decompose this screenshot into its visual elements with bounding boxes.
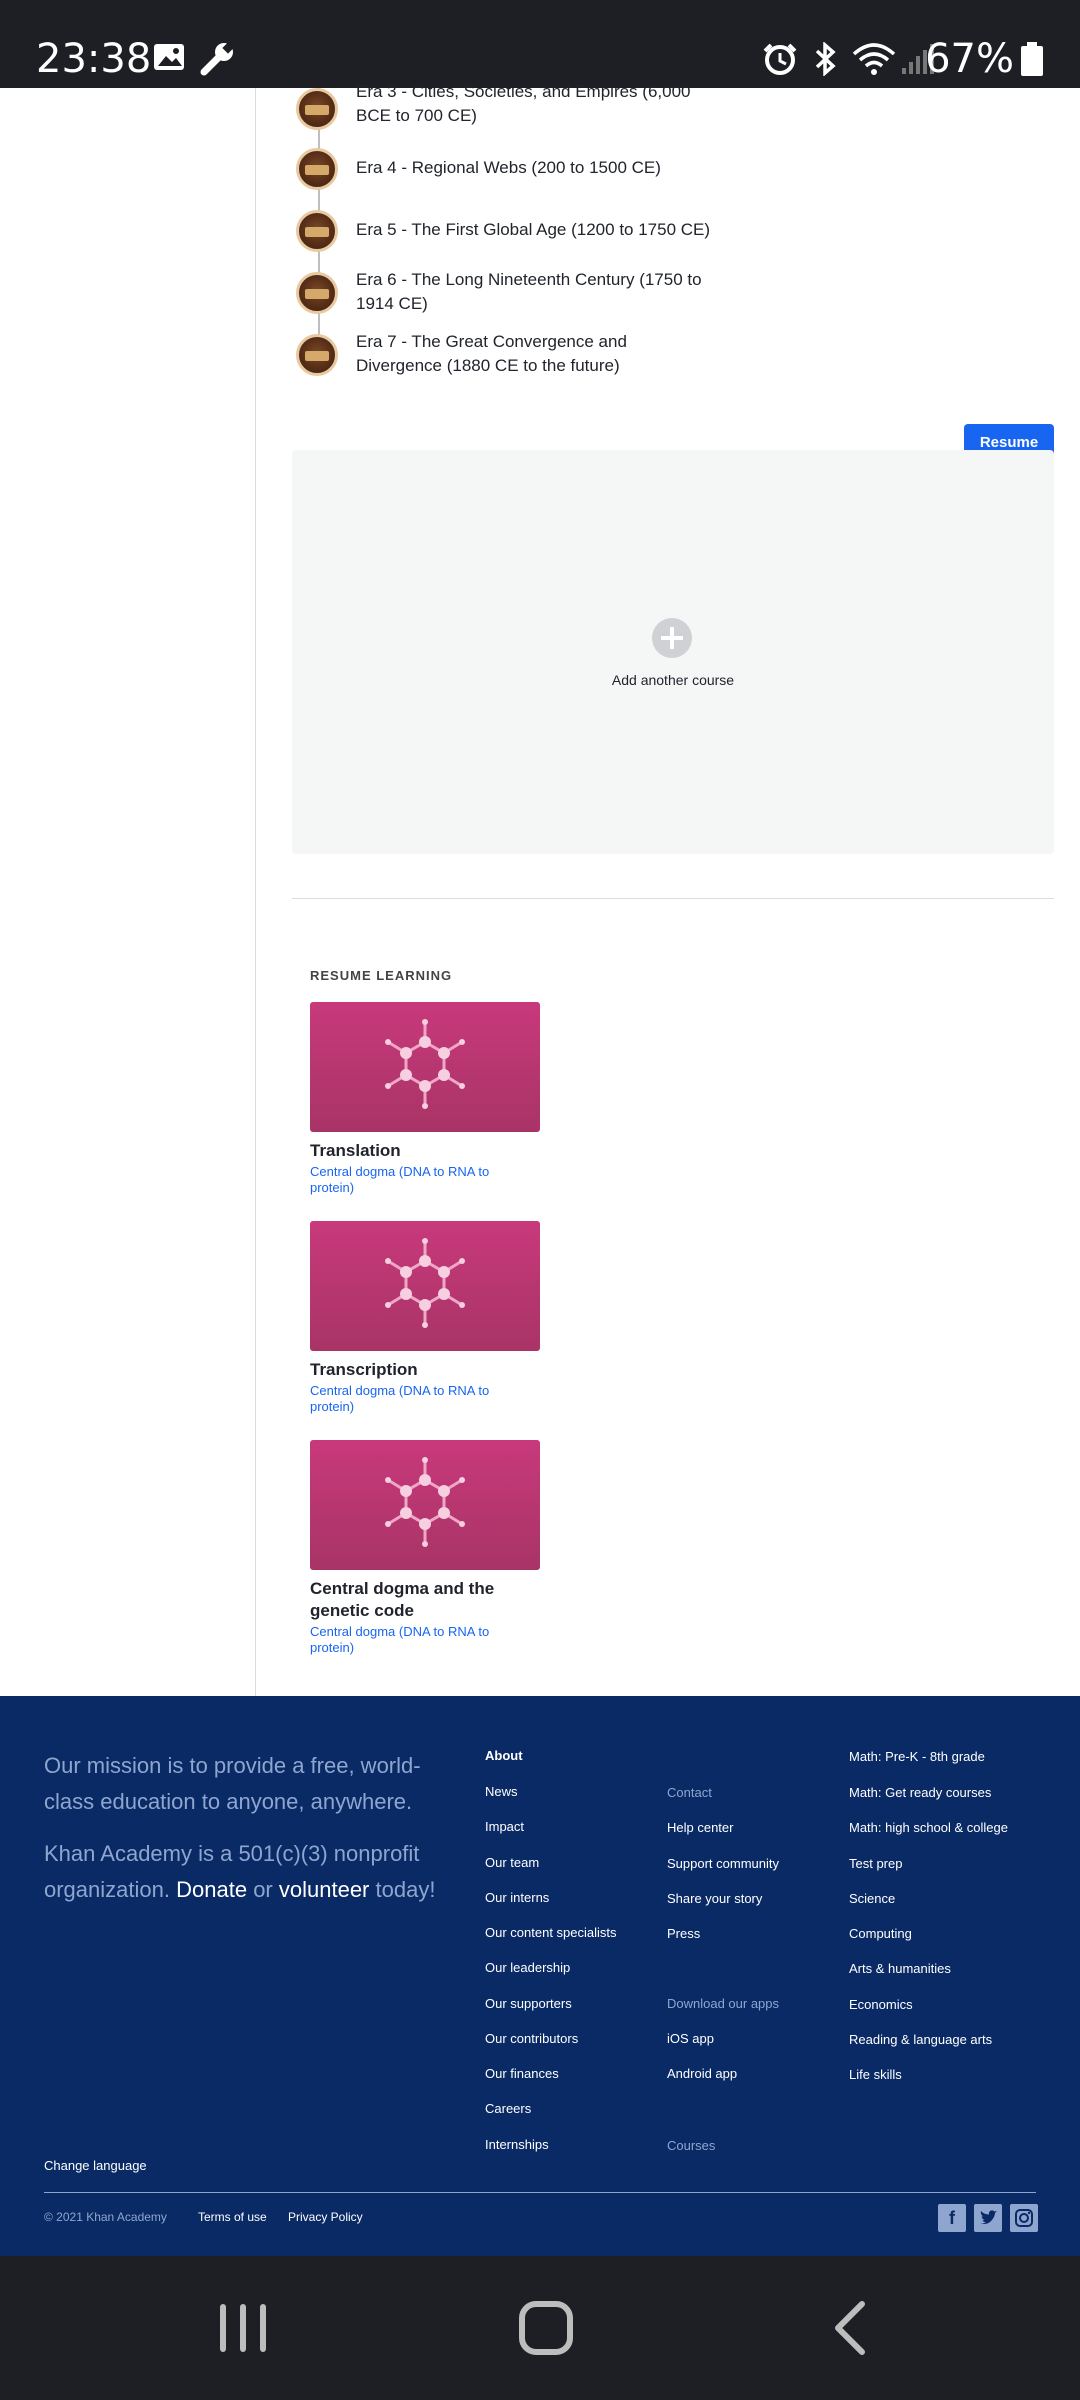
footer-link-content-specialists[interactable]: Our content specialists [485,1925,617,1940]
footer-link-supporters[interactable]: Our supporters [485,1996,572,2011]
today-text: today! [375,1877,436,1902]
battery-icon [1021,42,1043,76]
download-apps-heading: Download our apps [667,1996,780,2011]
resume-learning-heading: RESUME LEARNING [310,968,453,983]
footer-link-arts-humanities[interactable]: Arts & humanities [849,1961,951,1976]
alarm-icon [763,43,797,75]
mission-statement: Our mission is to provide a free, world-… [44,1753,421,1814]
footer-link-careers[interactable]: Careers [485,2101,531,2116]
lesson-subtitle-link[interactable]: Central dogma (DNA to RNA to protein) [310,1624,500,1656]
home-icon[interactable] [518,2300,574,2356]
contact-heading: Contact [667,1785,712,1800]
battery-percent: 67% [925,36,1014,82]
footer-link-help-center[interactable]: Help center [667,1820,733,1835]
footer-link-economics[interactable]: Economics [849,1997,913,2012]
molecule-icon [385,1019,465,1109]
wifi-icon [852,43,896,75]
volunteer-link[interactable]: volunteer [279,1877,370,1902]
era-thumbnail [296,148,338,190]
footer-link-computing[interactable]: Computing [849,1926,912,1941]
system-nav-bar [0,2256,1080,2400]
change-language-link[interactable]: Change language [44,2158,147,2173]
lesson-card[interactable]: Transcription Central dogma (DNA to RNA … [310,1221,540,1415]
footer-link-share-story[interactable]: Share your story [667,1891,762,1906]
footer-link-math-get-ready[interactable]: Math: Get ready courses [849,1785,991,1800]
era-title[interactable]: Era 3 - Cities, Societies, and Empires (… [356,80,716,128]
era-thumbnail [296,272,338,314]
footer-link-android-app[interactable]: Android app [667,2066,737,2081]
bluetooth-icon [815,42,836,76]
lesson-card[interactable]: Translation Central dogma (DNA to RNA to… [310,1002,540,1196]
footer-link-reading-language-arts[interactable]: Reading & language arts [849,2032,992,2047]
courses-heading: Courses [667,2138,716,2153]
footer-link-ios-app[interactable]: iOS app [667,2031,714,2046]
era-title[interactable]: Era 5 - The First Global Age (1200 to 17… [356,218,716,242]
footer-link-our-interns[interactable]: Our interns [485,1890,549,1905]
add-course-label[interactable]: Add another course [292,672,1054,688]
molecule-thumbnail[interactable] [310,1221,540,1351]
copyright: © 2021 Khan Academy [44,2210,167,2224]
molecule-icon [385,1457,465,1547]
main-content: Era 3 - Cities, Societies, and Empires (… [0,82,1080,1696]
facebook-icon[interactable]: f [938,2204,966,2232]
lesson-subtitle-link[interactable]: Central dogma (DNA to RNA to protein) [310,1164,500,1196]
nonprofit-statement: Khan Academy is a 501(c)(3) nonprofit or… [44,1836,464,1908]
instagram-icon[interactable] [1010,2204,1038,2232]
recents-icon[interactable] [218,2300,270,2356]
footer-link-leadership[interactable]: Our leadership [485,1960,570,1975]
molecule-thumbnail[interactable] [310,1440,540,1570]
left-sidebar [0,88,256,1696]
about-heading[interactable]: About [485,1748,523,1763]
footer-link-finances[interactable]: Our finances [485,2066,559,2081]
wrench-icon [200,42,234,76]
add-course-card[interactable]: Add another course [292,450,1054,854]
footer-link-life-skills[interactable]: Life skills [849,2067,902,2082]
lesson-subtitle-link[interactable]: Central dogma (DNA to RNA to protein) [310,1383,500,1415]
footer-link-science[interactable]: Science [849,1891,895,1906]
footer-divider [44,2192,1036,2193]
footer-link-math-prek-8[interactable]: Math: Pre-K - 8th grade [849,1749,985,1764]
era-title[interactable]: Era 4 - Regional Webs (200 to 1500 CE) [356,156,716,180]
era-thumbnail [296,210,338,252]
footer-link-support-community[interactable]: Support community [667,1856,779,1871]
footer-link-news[interactable]: News [485,1784,518,1799]
footer-link-impact[interactable]: Impact [485,1819,524,1834]
privacy-policy-link[interactable]: Privacy Policy [288,2210,363,2224]
lesson-title[interactable]: Translation [310,1140,540,1162]
footer-link-press[interactable]: Press [667,1926,700,1941]
era-thumbnail [296,334,338,376]
twitter-icon[interactable] [974,2204,1002,2232]
footer: Our mission is to provide a free, world-… [0,1696,1080,2256]
footer-link-contributors[interactable]: Our contributors [485,2031,578,2046]
lesson-title[interactable]: Central dogma and the genetic code [310,1578,540,1622]
back-icon[interactable] [830,2300,870,2356]
footer-link-our-team[interactable]: Our team [485,1855,539,1870]
status-time: 23:38 [36,36,152,82]
era-thumbnail [296,88,338,130]
terms-of-use-link[interactable]: Terms of use [198,2210,267,2224]
lesson-title[interactable]: Transcription [310,1359,540,1381]
status-bar: 23:38 67% [0,0,1080,88]
footer-link-test-prep[interactable]: Test prep [849,1856,902,1871]
donate-link[interactable]: Donate [176,1877,247,1902]
or-text: or [253,1877,273,1902]
molecule-icon [385,1238,465,1328]
molecule-thumbnail[interactable] [310,1002,540,1132]
section-divider [292,898,1054,899]
footer-link-internships[interactable]: Internships [485,2137,549,2152]
image-icon [154,44,184,70]
era-title[interactable]: Era 7 - The Great Convergence and Diverg… [356,330,716,378]
lesson-card[interactable]: Central dogma and the genetic code Centr… [310,1440,540,1656]
plus-icon[interactable] [652,618,692,658]
footer-link-math-high-school[interactable]: Math: high school & college [849,1820,1008,1835]
era-title[interactable]: Era 6 - The Long Nineteenth Century (175… [356,268,716,316]
